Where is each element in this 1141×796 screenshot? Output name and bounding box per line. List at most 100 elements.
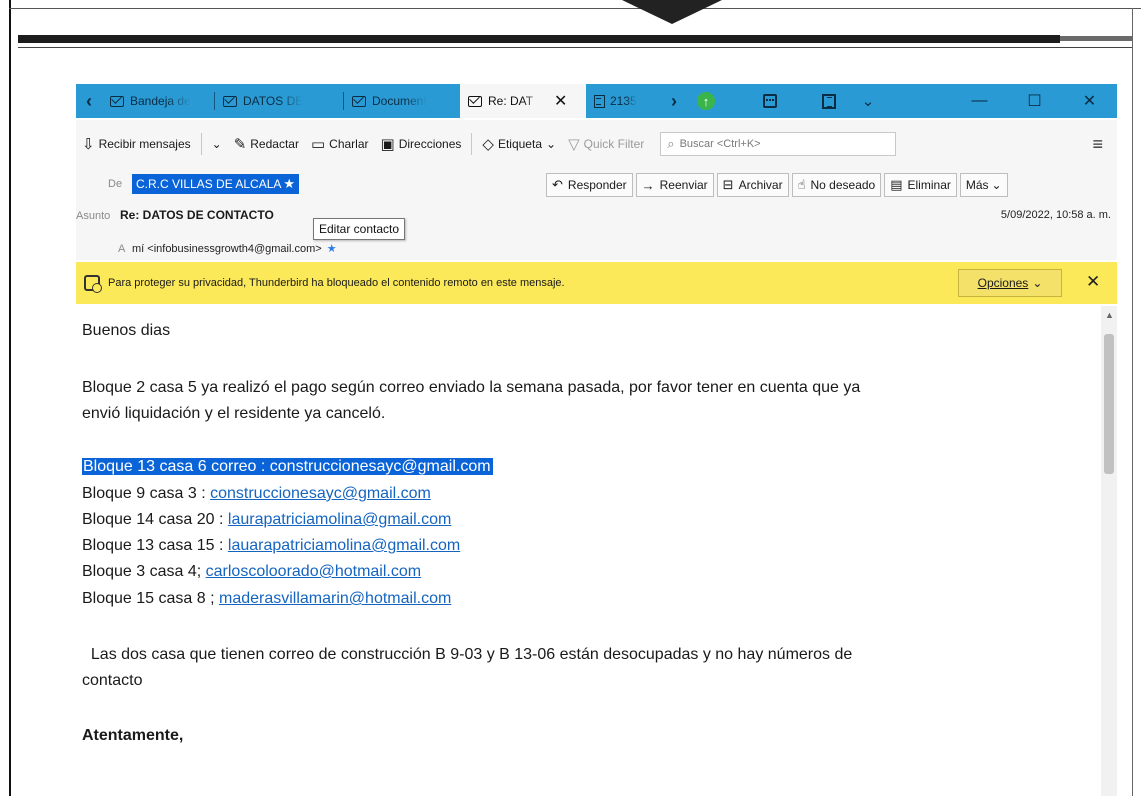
reply-button[interactable]: ↶ Responder <box>546 173 633 197</box>
download-icon: ⇩ <box>82 136 95 153</box>
email-link[interactable]: carloscoloorado@hotmail.com <box>206 563 421 580</box>
close-tab-icon[interactable]: ✕ <box>554 91 567 111</box>
tag-button[interactable]: ◇ Etiqueta ⌄ <box>476 130 562 158</box>
email-link[interactable]: maderasvillamarin@hotmail.com <box>219 590 451 607</box>
tab-bar: ‹ Bandeja de DATOS DE Document Re: DAT ✕… <box>76 84 1117 118</box>
contact-line: Bloque 3 casa 4; carloscoloorado@hotmail… <box>82 563 421 581</box>
forward-button[interactable]: → Reenviar <box>635 173 714 197</box>
tab-document[interactable]: Document <box>344 84 460 118</box>
get-messages-menu-button[interactable]: ⌄ <box>206 130 228 158</box>
chevron-down-icon: ⌄ <box>861 93 875 110</box>
tasks-icon <box>822 93 836 109</box>
contact-prefix: Bloque 14 casa 20 : <box>82 511 228 528</box>
tabs-scroll-left-button[interactable]: ‹ <box>76 84 102 118</box>
toolbar-divider <box>200 133 202 155</box>
close-notification-icon[interactable]: ✕ <box>1086 272 1100 292</box>
paragraph-line: Bloque 2 casa 5 ya realizó el pago según… <box>82 379 861 396</box>
tab-inbox[interactable]: Bandeja de <box>102 84 214 118</box>
contact-line: Bloque 9 casa 3 : construccionesayc@gmai… <box>82 485 431 503</box>
update-button[interactable]: ↑ <box>684 84 728 118</box>
archive-label: Archivar <box>738 178 783 192</box>
email-link[interactable]: lauarapatriciamolina@gmail.com <box>228 537 460 554</box>
selected-text: Bloque 13 casa 6 correo : construcciones… <box>82 458 493 475</box>
chat-button[interactable]: ▭ Charlar <box>305 130 375 158</box>
tab-label: 2135 <box>610 94 637 108</box>
minimize-button[interactable]: — <box>952 84 1007 118</box>
quick-filter-label: Quick Filter <box>583 137 645 151</box>
tab-active-message[interactable]: Re: DAT ✕ <box>460 84 586 118</box>
paragraph-line: Las dos casa que tienen correo de constr… <box>82 646 853 663</box>
address-book-button[interactable]: ▣ Direcciones <box>375 130 468 158</box>
scroll-up-icon[interactable]: ▲ <box>1105 310 1114 320</box>
junk-button[interactable]: ☝ No deseado <box>791 173 882 197</box>
tab-2135[interactable]: 2135 <box>586 84 664 118</box>
tab-label: Re: DAT <box>488 94 534 108</box>
contact-prefix: Bloque 9 casa 3 : <box>82 485 211 502</box>
search-placeholder: Buscar <Ctrl+K> <box>679 138 761 150</box>
notification-text: Para proteger su privacidad, Thunderbird… <box>108 277 565 289</box>
star-icon[interactable]: ★ <box>283 176 295 192</box>
tab-datos-de[interactable]: DATOS DE <box>215 84 343 118</box>
close-window-button[interactable]: ✕ <box>1062 84 1117 118</box>
horizontal-bar-end <box>1060 36 1132 41</box>
reply-icon: ↶ <box>552 177 563 192</box>
more-button[interactable]: Más ⌄ <box>959 173 1008 197</box>
mail-icon <box>468 95 482 107</box>
to-contact[interactable]: mí <infobusinessgrowth4@gmail.com> ★ <box>132 242 337 255</box>
filter-icon: ▽ <box>568 136 580 153</box>
pencil-icon: ✎ <box>233 136 247 153</box>
greeting-text: Buenos dias <box>82 322 171 339</box>
write-button[interactable]: ✎ Redactar <box>228 130 305 158</box>
left-border <box>9 0 11 796</box>
paragraph-line: envió liquidación y el residente ya canc… <box>82 405 386 422</box>
get-messages-button[interactable]: ⇩ Recibir mensajes <box>76 130 197 158</box>
star-icon[interactable]: ★ <box>327 243 337 255</box>
email-link[interactable]: laurapatriciamolina@gmail.com <box>228 511 451 528</box>
calendar-button[interactable] <box>728 84 812 118</box>
tasks-button[interactable] <box>812 84 846 118</box>
scroll-thumb[interactable] <box>1104 334 1114 474</box>
mail-toolbar: ⇩ Recibir mensajes ⌄ ✎ Redactar ▭ Charla… <box>76 120 1117 168</box>
contact-line: Bloque 13 casa 15 : lauarapatriciamolina… <box>82 537 460 555</box>
mail-icon <box>352 95 366 107</box>
chat-icon: ▭ <box>310 136 326 153</box>
email-link[interactable]: construccionesayc@gmail.com <box>210 485 431 502</box>
paragraph-line: contacto <box>82 672 143 689</box>
forward-label: Reenviar <box>659 178 708 192</box>
header-buttons: ↶ Responder → Reenviar ⊟ Archivar ☝ No d… <box>546 173 1011 197</box>
app-menu-button[interactable]: ≡ <box>1092 134 1103 155</box>
tab-label: Bandeja de <box>130 94 191 108</box>
tag-label: Etiqueta <box>497 137 542 151</box>
options-button[interactable]: Opciones ⌄ <box>958 269 1062 297</box>
quick-filter-button[interactable]: ▽ Quick Filter <box>562 130 650 158</box>
archive-icon: ⊟ <box>722 177 734 192</box>
from-value: C.R.C VILLAS DE ALCALA <box>136 177 282 191</box>
minimize-icon: — <box>971 92 988 109</box>
delete-button[interactable]: ▤ Eliminar <box>884 173 957 197</box>
tabs-scroll-right-button[interactable]: › <box>664 84 684 118</box>
forward-icon: → <box>641 177 655 193</box>
junk-icon: ☝ <box>797 177 806 192</box>
from-contact[interactable]: C.R.C VILLAS DE ALCALA ★ <box>132 174 300 194</box>
remote-content-notification: Para proteger su privacidad, Thunderbird… <box>76 262 1117 304</box>
closing-text: Atentamente, <box>82 727 184 744</box>
reply-label: Responder <box>567 178 627 192</box>
chevron-down-icon: ⌄ <box>546 137 557 151</box>
all-tabs-menu-button[interactable]: ⌄ <box>846 84 890 118</box>
message-scrollbar[interactable]: ▲ <box>1101 306 1117 796</box>
search-icon: ⌕ <box>667 136 675 151</box>
subject-label: Asunto <box>76 210 111 222</box>
document-icon <box>594 94 605 108</box>
message-date: 5/09/2022, 10:58 a. m. <box>1000 209 1111 221</box>
maximize-button[interactable]: ☐ <box>1007 84 1062 118</box>
address-book-icon: ▣ <box>380 136 395 153</box>
toolbar-divider <box>471 133 473 155</box>
contact-prefix: Bloque 13 casa 15 : <box>82 537 228 554</box>
junk-label: No deseado <box>810 178 876 192</box>
right-border <box>1132 8 1133 796</box>
tag-icon: ◇ <box>482 136 494 153</box>
archive-button[interactable]: ⊟ Archivar <box>716 173 789 197</box>
close-icon: ✕ <box>1082 93 1097 110</box>
search-input[interactable]: ⌕ Buscar <Ctrl+K> <box>660 132 897 156</box>
chevron-down-icon: ⌄ <box>211 137 222 151</box>
